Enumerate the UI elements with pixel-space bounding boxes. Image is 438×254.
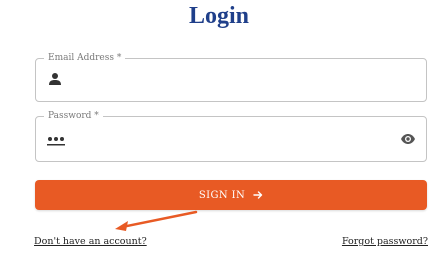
password-field-label: Password * [44,110,103,122]
annotation-arrow-icon [115,210,198,231]
signup-link[interactable]: Don't have an account? [34,236,147,247]
email-field-label: Email Address * [44,52,126,64]
sign-in-button[interactable]: SIGN IN [35,180,427,210]
password-mask-icon [47,137,65,146]
login-page: Login Email Address * Password * SIGN IN [0,0,438,254]
eye-icon[interactable] [400,132,416,146]
page-title: Login [188,3,250,29]
sign-in-label: SIGN IN [198,189,246,201]
email-field[interactable]: Email Address * [35,52,427,102]
arrow-right-icon [253,191,263,199]
forgot-password-link[interactable]: Forgot password? [342,236,428,247]
person-icon [49,73,61,85]
password-field[interactable]: Password * [35,110,427,162]
